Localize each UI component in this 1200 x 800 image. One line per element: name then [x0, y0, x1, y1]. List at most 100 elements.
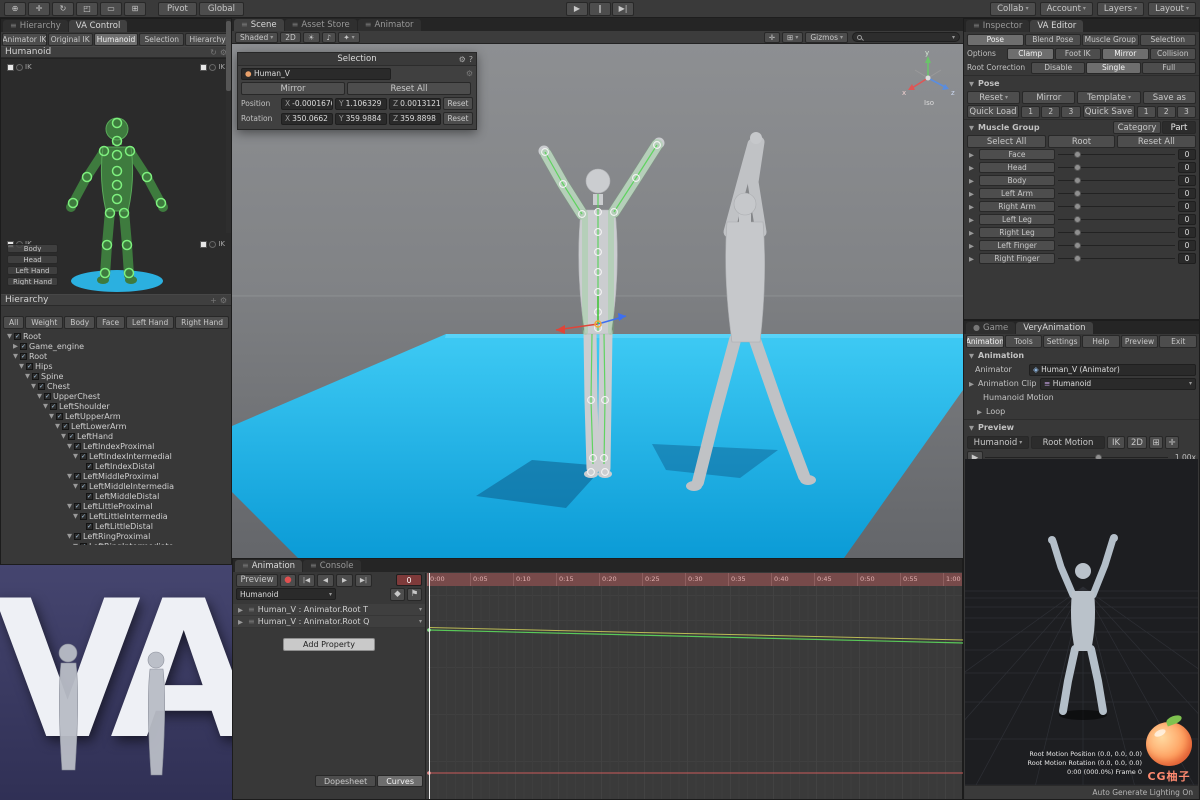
- muscle-slider-handle[interactable]: [1074, 242, 1082, 249]
- tree-row[interactable]: ▼ ✓ LeftIndexProximal: [1, 441, 231, 451]
- option-toggle[interactable]: Mirror: [1102, 47, 1149, 60]
- transform-tool-icon[interactable]: ⊞: [124, 1, 146, 16]
- muscle-name-button[interactable]: Head: [979, 162, 1055, 173]
- timeline-ruler[interactable]: 0:00 0:05 0:10 0:15 0:20 0:25 0:30 0:35 0:40 0:45…: [427, 573, 962, 586]
- avatar-part-button[interactable]: Head: [7, 255, 59, 264]
- muscle-category-toggle[interactable]: Category: [1113, 121, 1161, 134]
- muscle-value-field[interactable]: 0: [1178, 240, 1196, 251]
- root-motion-dropdown[interactable]: Root Motion: [1031, 436, 1105, 449]
- hierarchy-filter-button[interactable]: Body: [64, 316, 96, 329]
- va-menu-button[interactable]: Preview: [1120, 335, 1159, 348]
- preview-toggle-button[interactable]: Preview: [236, 573, 278, 587]
- selection-window-title[interactable]: Selection ⚙?: [238, 53, 476, 66]
- collab-dropdown[interactable]: Collab ▾: [990, 1, 1036, 16]
- quick-load-slot[interactable]: 1: [1021, 105, 1041, 118]
- tab-scene[interactable]: ≡ Scene: [234, 19, 284, 31]
- ik-toggle-top-right[interactable]: IK: [200, 63, 225, 71]
- gear-icon[interactable]: ⚙: [466, 69, 473, 78]
- pose-reset-dropdown[interactable]: Reset ▾: [967, 91, 1021, 104]
- quick-save-slot[interactable]: 3: [1176, 105, 1197, 118]
- muscle-name-button[interactable]: Face: [979, 149, 1055, 160]
- muscle-value-field[interactable]: 0: [1178, 149, 1196, 160]
- selection-window[interactable]: Selection ⚙? ● Human_V ⚙ Mirror Reset Al…: [237, 52, 477, 130]
- bone-checkbox[interactable]: ✓: [80, 482, 87, 490]
- tree-row[interactable]: ▼ ✓ LeftUpperArm: [1, 411, 231, 421]
- 2d-toggle[interactable]: 2D: [280, 31, 301, 43]
- gear-icon[interactable]: ⚙: [220, 296, 227, 305]
- va-mode-tab[interactable]: Selection: [139, 33, 185, 46]
- position-x-field[interactable]: X -0.0001676: [281, 97, 333, 110]
- tree-row[interactable]: ✓ LeftLittleDistal: [1, 521, 231, 531]
- tab-va-control[interactable]: VA Control: [68, 20, 128, 32]
- rotation-x-field[interactable]: X 350.0662: [281, 112, 333, 125]
- muscle-slider[interactable]: [1058, 255, 1175, 262]
- tree-row[interactable]: ▼ ✓ UpperChest: [1, 391, 231, 401]
- va-menu-button[interactable]: Exit: [1159, 335, 1198, 348]
- tree-row[interactable]: ▼ ✓ LeftRingProximal: [1, 531, 231, 541]
- muscle-value-field[interactable]: 0: [1178, 201, 1196, 212]
- position-y-field[interactable]: Y 1.106329: [335, 97, 387, 110]
- tree-row[interactable]: ▼ ✓ Spine: [1, 371, 231, 381]
- muscle-reset-all-button[interactable]: Reset All: [1116, 135, 1196, 148]
- tree-row[interactable]: ▼ ✓ Root: [1, 351, 231, 361]
- hierarchy-filter-button[interactable]: Left Hand: [126, 316, 175, 329]
- bone-checkbox[interactable]: ✓: [86, 522, 93, 530]
- bone-checkbox[interactable]: ✓: [80, 512, 87, 520]
- pivot-button[interactable]: Pivot: [158, 1, 197, 16]
- grid-icon[interactable]: ⊞: [1149, 436, 1163, 449]
- editor-section-tab[interactable]: Selection: [1139, 33, 1196, 46]
- tab-animator[interactable]: ≡ Animator: [357, 19, 421, 31]
- prev-frame-button[interactable]: ◀: [317, 573, 334, 587]
- muscle-value-field[interactable]: 0: [1178, 214, 1196, 225]
- root-button[interactable]: Root: [1048, 135, 1115, 148]
- play-button[interactable]: ▶: [566, 1, 588, 16]
- editor-section-tab[interactable]: Muscle Group: [1082, 33, 1139, 46]
- muscle-name-button[interactable]: Right Leg: [979, 227, 1055, 238]
- tab-hierarchy[interactable]: ≡ Hierarchy: [3, 20, 68, 32]
- quick-save-slot[interactable]: 2: [1156, 105, 1176, 118]
- layers-dropdown[interactable]: Layers ▾: [1096, 1, 1145, 16]
- muscle-slider-handle[interactable]: [1074, 177, 1082, 184]
- move-tool-icon[interactable]: ✛: [28, 1, 50, 16]
- muscle-slider[interactable]: [1058, 164, 1175, 171]
- tab-animation[interactable]: ≡ Animation: [235, 560, 303, 572]
- va-mode-tab[interactable]: Hierarchy: [185, 33, 230, 46]
- muscle-slider-handle[interactable]: [1074, 255, 1082, 262]
- pause-button[interactable]: ∥: [589, 1, 611, 16]
- editor-section-tab[interactable]: Pose: [967, 33, 1024, 46]
- va-mode-tab[interactable]: Animator IK: [2, 33, 47, 46]
- bone-checkbox[interactable]: ✓: [80, 542, 87, 545]
- quick-save-slot[interactable]: 1: [1136, 105, 1156, 118]
- dopesheet-tab[interactable]: Dopesheet: [314, 775, 377, 787]
- position-reset-button[interactable]: Reset: [443, 97, 473, 110]
- va-menu-button[interactable]: Tools: [1004, 335, 1043, 348]
- avatar-part-button[interactable]: Right Hand: [7, 277, 59, 286]
- muscle-slider[interactable]: [1058, 203, 1175, 210]
- tab-game[interactable]: ● Game: [966, 322, 1016, 334]
- tree-row[interactable]: ▼ ✓ Root: [1, 331, 231, 341]
- shaded-dropdown[interactable]: Shaded ▾: [235, 31, 279, 43]
- tree-row[interactable]: ▼ ✓ LeftMiddleProximal: [1, 471, 231, 481]
- layout-dropdown[interactable]: Layout ▾: [1148, 1, 1196, 16]
- gear-icon[interactable]: ⚙: [459, 55, 466, 64]
- root-correction-toggle[interactable]: Disable: [1031, 61, 1086, 74]
- hierarchy-filter-button[interactable]: All: [3, 316, 25, 329]
- play-animation-button[interactable]: ▶: [336, 573, 353, 587]
- ik-toggle-top-left[interactable]: IK: [7, 63, 32, 71]
- muscle-slider-handle[interactable]: [1074, 190, 1082, 197]
- editor-section-tab[interactable]: Blend Pose: [1024, 33, 1081, 46]
- bone-checkbox[interactable]: ✓: [20, 342, 27, 350]
- pose-template-dropdown[interactable]: Template ▾: [1077, 91, 1141, 104]
- muscle-value-field[interactable]: 0: [1178, 162, 1196, 173]
- muscle-name-button[interactable]: Left Finger: [979, 240, 1055, 251]
- tree-row[interactable]: ✓ LeftMiddleDistal: [1, 491, 231, 501]
- animation-foldout[interactable]: ▼ Animation: [964, 349, 1199, 362]
- current-frame-field[interactable]: 0: [396, 574, 422, 586]
- muscle-value-field[interactable]: 0: [1178, 188, 1196, 199]
- bone-checkbox[interactable]: ✓: [86, 462, 93, 470]
- bone-checkbox[interactable]: ✓: [74, 472, 81, 480]
- bone-checkbox[interactable]: ✓: [44, 392, 51, 400]
- pose-foldout[interactable]: ▼ Pose: [964, 77, 1199, 90]
- audio-toggle-icon[interactable]: ♪: [321, 31, 337, 43]
- help-icon[interactable]: ?: [469, 55, 473, 64]
